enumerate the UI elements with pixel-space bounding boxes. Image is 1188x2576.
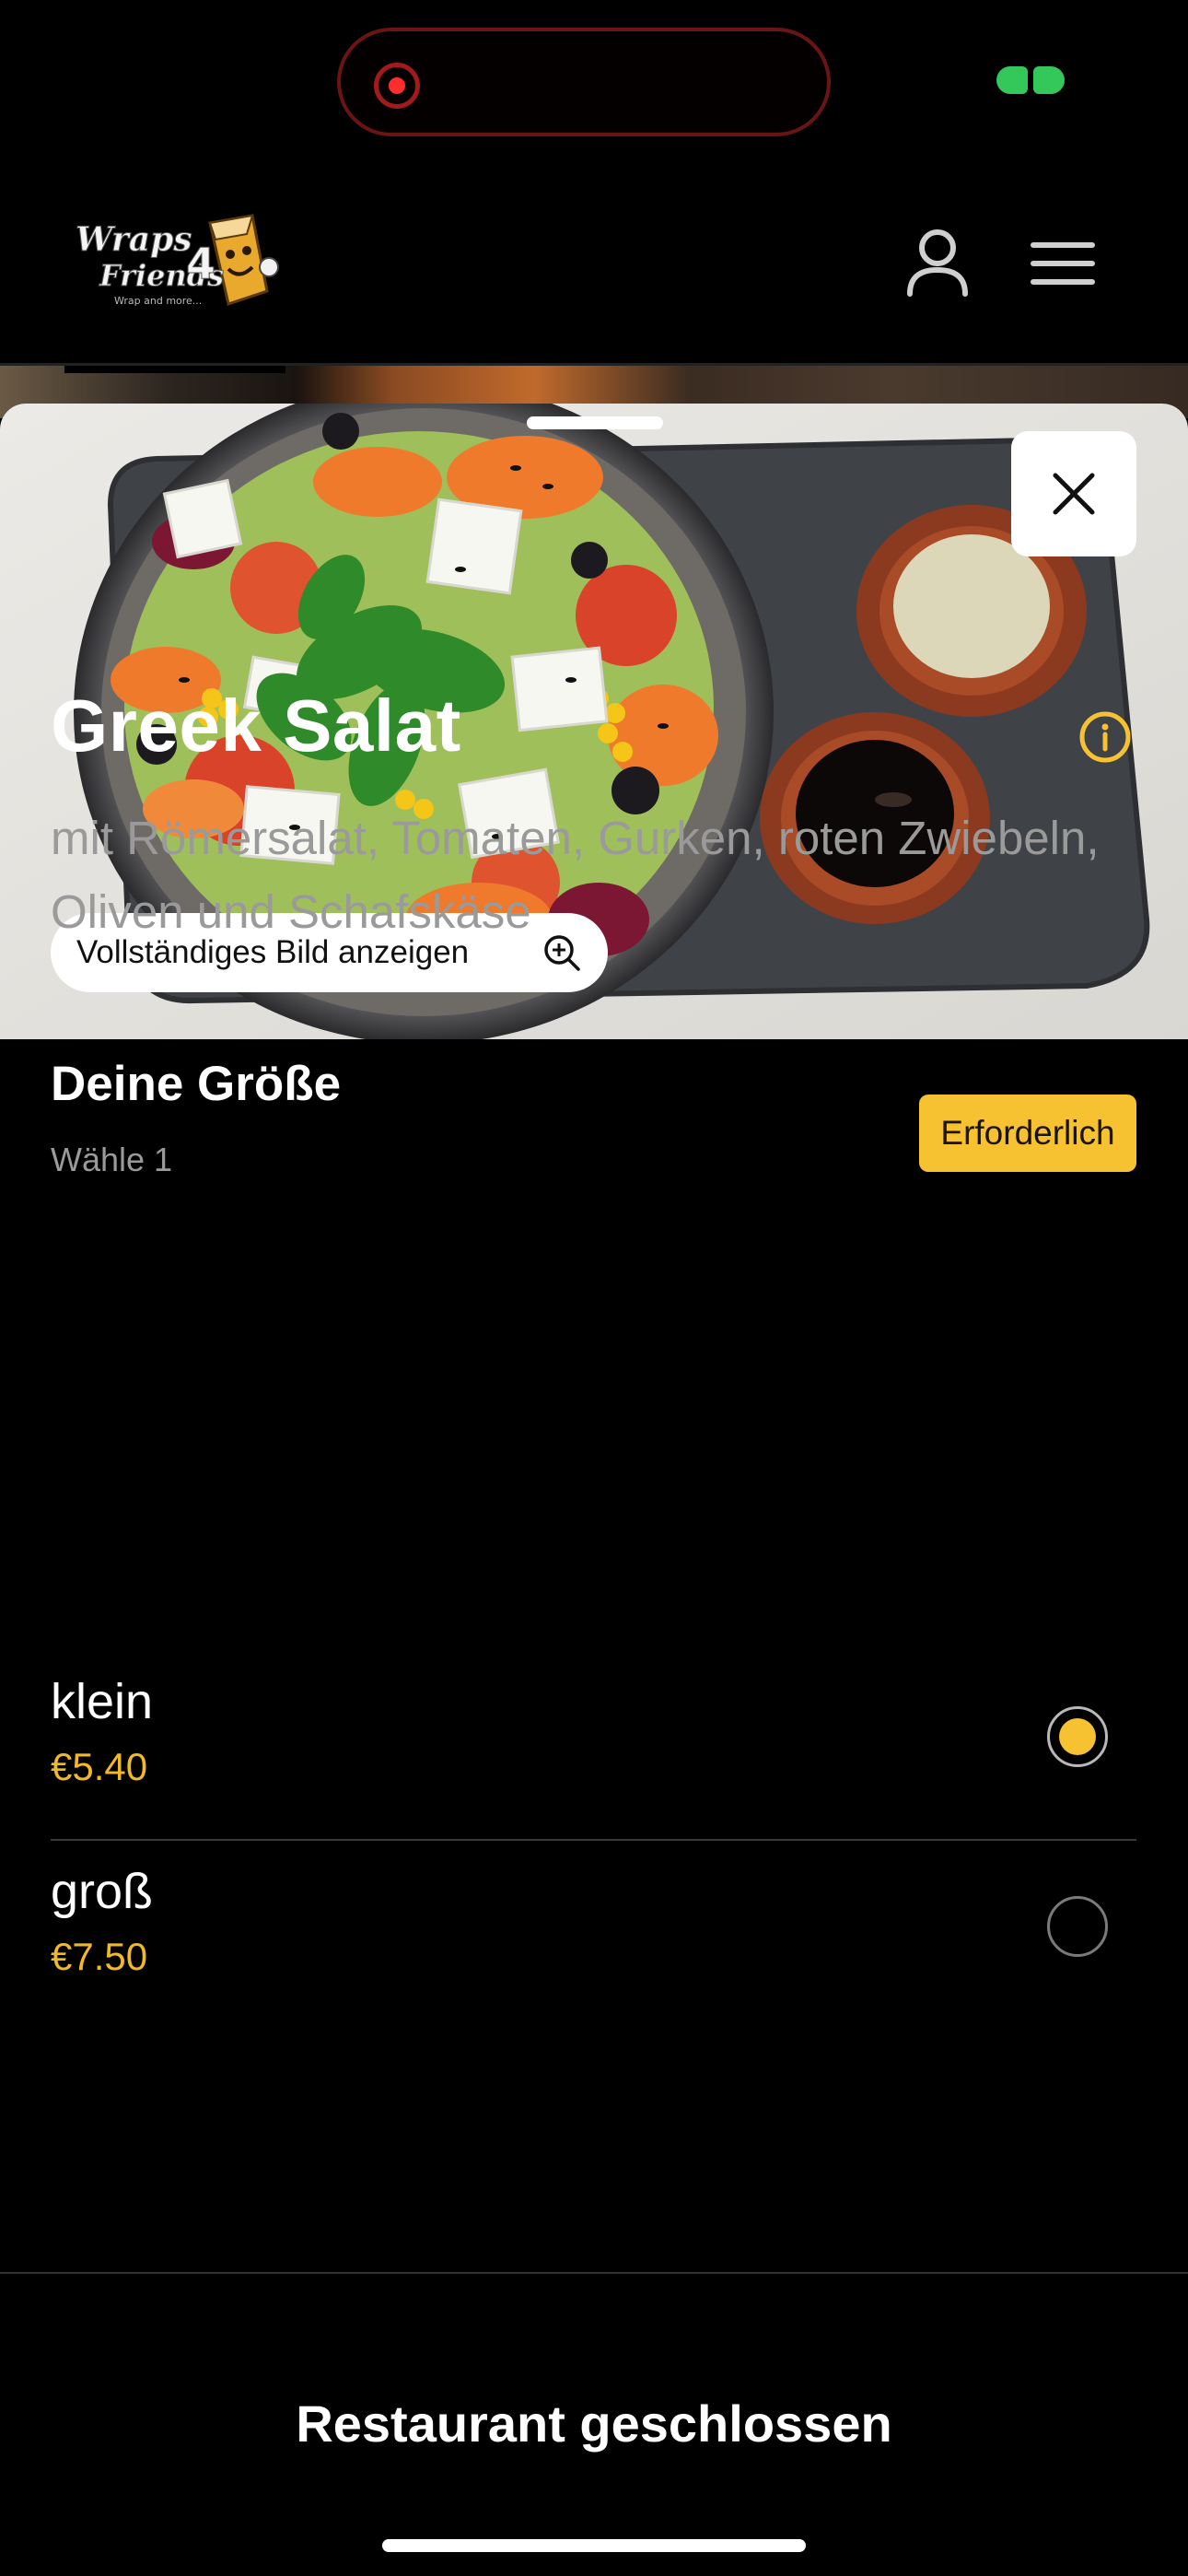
radio-selected[interactable]	[1047, 1706, 1108, 1767]
radio-unselected[interactable]	[1047, 1896, 1108, 1957]
sheet-grabber[interactable]	[527, 416, 663, 429]
recording-indicator-icon	[374, 63, 420, 109]
size-option-price: €5.40	[51, 1745, 148, 1788]
status-pill-right	[1033, 66, 1065, 94]
background-tab	[64, 366, 285, 373]
product-description: mit Römersalat, Tomaten, Gurken, roten Z…	[51, 812, 1100, 938]
app-header: Wraps Friends 4 Wrap and more...	[0, 166, 1188, 363]
radio-dot	[1059, 1718, 1096, 1755]
recording-dot	[389, 77, 405, 94]
restaurant-closed-status: Restaurant geschlossen	[296, 2395, 892, 2453]
close-button[interactable]	[1011, 431, 1136, 556]
app-screen: Wraps Friends 4 Wrap and more... Vollstä…	[0, 0, 1188, 2576]
product-title: Greek Salat	[51, 685, 461, 767]
brand-logo[interactable]: Wraps Friends 4 Wrap and more...	[72, 203, 284, 313]
size-option-klein[interactable]: klein €5.40	[51, 1647, 1136, 1837]
size-option-gross[interactable]: groß €7.50	[51, 1837, 1136, 2027]
close-icon	[1053, 473, 1095, 515]
size-option-name: klein	[51, 1674, 154, 1729]
required-badge: Erforderlich	[919, 1095, 1136, 1172]
svg-text:Wraps: Wraps	[76, 220, 192, 259]
size-section-subtitle: Wähle 1	[51, 1141, 173, 1178]
footer-divider	[0, 2272, 1188, 2274]
size-option-name: groß	[51, 1864, 154, 1919]
home-indicator[interactable]	[382, 2539, 806, 2552]
status-bar	[0, 0, 1188, 166]
dynamic-island	[337, 28, 831, 136]
svg-text:4: 4	[186, 239, 215, 288]
svg-text:Wrap and more...: Wrap and more...	[114, 295, 202, 307]
hamburger-menu-icon[interactable]	[1030, 240, 1096, 287]
status-pill-left	[996, 66, 1028, 94]
size-section-title: Deine Größe	[51, 1057, 342, 1111]
user-icon[interactable]	[901, 226, 974, 299]
info-icon[interactable]	[1077, 709, 1133, 765]
size-option-price: €7.50	[51, 1935, 148, 1978]
status-indicator-icon	[996, 66, 1065, 94]
